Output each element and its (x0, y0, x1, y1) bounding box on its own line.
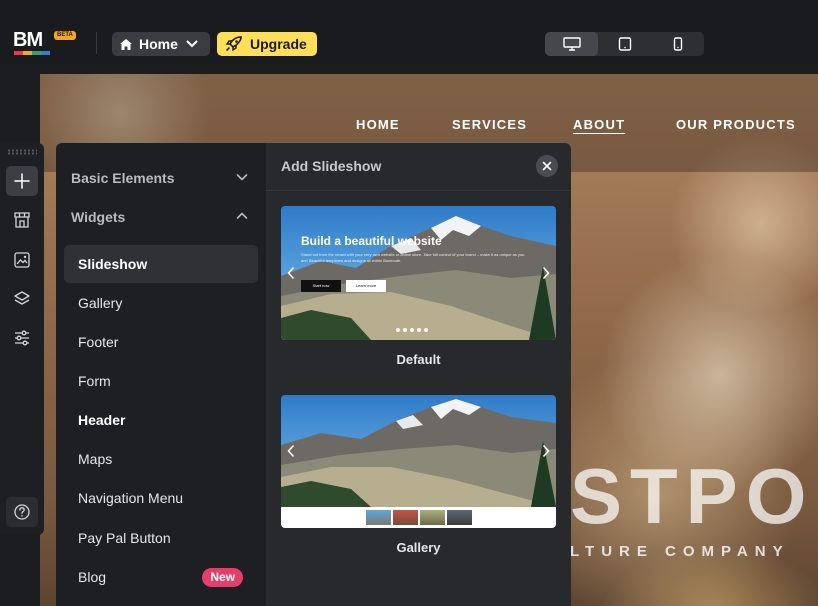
logo[interactable]: BM (13, 30, 43, 50)
template-default-thumbnail[interactable]: Build a beautiful website Stand out from… (281, 206, 556, 340)
desktop-icon (562, 37, 581, 51)
topbar-divider (96, 32, 97, 54)
widget-item-label: Blog (78, 569, 107, 585)
gallery-thumbnail-strip (281, 507, 556, 528)
store-icon (14, 212, 30, 228)
slide-overlay-title: Build a beautiful website (301, 234, 442, 248)
page-select-label: Home (139, 36, 178, 52)
media-tool[interactable] (6, 245, 38, 275)
elements-panel: Basic Elements Widgets Slideshow Gallery… (56, 143, 266, 606)
section-label: Widgets (71, 209, 126, 225)
widget-item-form[interactable]: Form (64, 362, 258, 400)
layers-tool[interactable] (6, 284, 38, 314)
store-tool[interactable] (6, 205, 38, 235)
site-nav-home[interactable]: HOME (356, 117, 400, 132)
section-basic-elements[interactable]: Basic Elements (71, 170, 256, 190)
site-nav-products[interactable]: OUR PRODUCTS (676, 117, 796, 132)
mountain-scene (281, 395, 556, 528)
close-panel-button[interactable] (536, 155, 558, 177)
device-switcher (545, 32, 704, 56)
desktop-view-button[interactable] (545, 32, 598, 56)
add-element-tool[interactable] (6, 166, 38, 196)
panel-divider (266, 190, 571, 191)
image-icon (14, 252, 30, 268)
mobile-icon (673, 37, 682, 51)
slide-learn-button: Learn more (346, 280, 386, 292)
beta-badge: BETA (54, 31, 76, 40)
upgrade-button[interactable]: Upgrade (217, 32, 317, 56)
widget-item-header[interactable]: Header (64, 401, 258, 439)
section-widgets[interactable]: Widgets (71, 209, 256, 229)
chevron-up-icon (236, 212, 248, 219)
editor-root: BM BETA Home Upgrade HOME SERVICES ABOUT… (0, 0, 818, 606)
sliders-icon (15, 330, 29, 346)
settings-tool[interactable] (6, 323, 38, 353)
chevron-down-icon (186, 40, 198, 48)
add-slideshow-panel: Add Slideshow Build a beautiful website (266, 143, 571, 606)
template-gallery-thumbnail[interactable] (281, 395, 556, 528)
home-icon (120, 38, 132, 50)
widget-item-blog[interactable]: Blog New (64, 558, 258, 596)
widget-item-paypal-button[interactable]: Pay Pal Button (64, 519, 258, 557)
help-icon (14, 504, 30, 520)
section-label: Basic Elements (71, 170, 175, 186)
tool-rail (0, 143, 44, 535)
tablet-view-button[interactable] (598, 32, 651, 56)
drag-handle[interactable] (7, 149, 37, 155)
template-default-label[interactable]: Default (281, 352, 556, 367)
top-bar: BM BETA Home Upgrade (0, 0, 818, 64)
widget-item-navigation-menu[interactable]: Navigation Menu (64, 479, 258, 517)
slide-overlay-text: Stand out from the crowd with your very … (301, 252, 525, 263)
chevron-right-icon (542, 266, 550, 280)
mountain-image (281, 216, 556, 340)
slide-dots (396, 328, 428, 332)
site-nav-services[interactable]: SERVICES (452, 117, 527, 132)
logo-stripe (14, 51, 50, 55)
chevron-right-icon (542, 444, 550, 458)
mountain-scene: Build a beautiful website Stand out from… (281, 206, 556, 340)
widget-item-maps[interactable]: Maps (64, 440, 258, 478)
hero-heading[interactable]: STPOI (570, 456, 818, 536)
page-select-button[interactable]: Home (112, 32, 210, 56)
chevron-down-icon (236, 174, 248, 181)
hero-subheading[interactable]: LTURE COMPANY (570, 543, 790, 560)
panel-title: Add Slideshow (281, 158, 382, 174)
rocket-icon (225, 36, 242, 52)
tablet-icon (618, 37, 631, 51)
mobile-view-button[interactable] (651, 32, 704, 56)
mountain-image (281, 399, 556, 507)
template-gallery-label[interactable]: Gallery (281, 540, 556, 555)
site-nav-about[interactable]: ABOUT (573, 117, 625, 132)
widget-item-footer[interactable]: Footer (64, 323, 258, 361)
chevron-left-icon (287, 266, 295, 280)
upgrade-label: Upgrade (250, 36, 307, 52)
widget-item-gallery[interactable]: Gallery (64, 284, 258, 322)
slide-start-button: Start now (301, 280, 341, 292)
new-badge: New (202, 568, 243, 587)
close-icon (542, 161, 552, 171)
help-tool[interactable] (6, 497, 38, 527)
widget-item-slideshow[interactable]: Slideshow (64, 245, 258, 283)
plus-icon (14, 173, 30, 189)
chevron-left-icon (287, 444, 295, 458)
layers-icon (14, 291, 30, 305)
